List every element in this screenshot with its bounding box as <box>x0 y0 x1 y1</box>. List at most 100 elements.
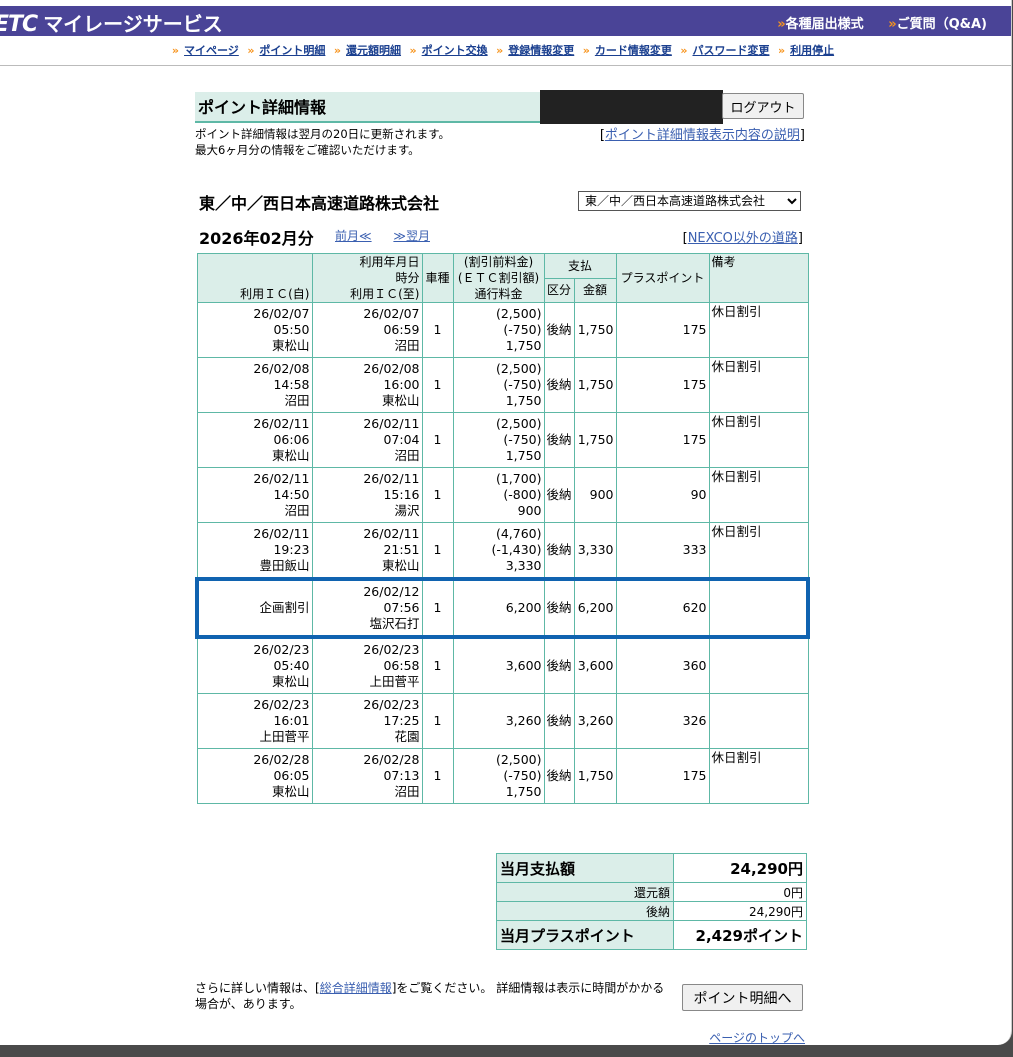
cell-pay-amount: 1,750 <box>573 302 617 358</box>
page-top-wrap: ページのトップへ <box>709 1029 805 1045</box>
cell-to: 26/02/28 07:13 沼田 <box>311 748 423 804</box>
deferred-value: 24,290円 <box>673 901 807 921</box>
cell-fee: (1,700) (-800) 900 <box>452 467 545 523</box>
cell-points: 175 <box>615 748 710 804</box>
next-month-link[interactable]: ≫翌月 <box>393 229 430 243</box>
cell-vehicle: 1 <box>421 467 454 523</box>
cell-points: 333 <box>615 522 710 580</box>
nav-stop-use[interactable]: 利用停止 <box>790 44 834 57</box>
double-chevron-icon: » <box>409 44 417 57</box>
cell-to: 26/02/23 17:25 花園 <box>311 693 423 749</box>
monthly-points-value: 2,429ポイント <box>673 920 807 950</box>
cell-from: 26/02/28 06:05 東松山 <box>196 748 313 804</box>
cell-remarks: 休日割引 <box>708 302 809 358</box>
table-row: 26/02/07 05:50 東松山 26/02/07 06:59 沼田 1 (2,500)(… <box>196 302 809 358</box>
nav-mypage[interactable]: マイページ <box>184 44 239 57</box>
etc-logo: ETCマイレージサービス <box>0 12 223 37</box>
table-row: 26/02/28 06:05 東松山 26/02/28 07:13 沼田 1 (2,500)(… <box>196 748 809 804</box>
cell-pay-type: 後納 <box>543 302 575 358</box>
header-fee: (割引前料金) (ＥＴＣ割引額) 通行料金 <box>452 253 545 303</box>
cell-from: 26/02/23 05:40 東松山 <box>196 636 313 694</box>
cell-to: 26/02/11 15:16 湯沢 <box>311 467 423 523</box>
cell-fee: 6,200 <box>452 577 545 639</box>
table-row: 26/02/11 14:50 沼田 26/02/11 15:16 湯沢 1 (1,700) (-… <box>196 467 809 523</box>
cell-pay-amount: 1,750 <box>573 412 617 468</box>
nav-point-exchange[interactable]: ポイント交換 <box>422 44 488 57</box>
cell-vehicle: 1 <box>421 636 454 694</box>
cell-from: 26/02/08 14:58 沼田 <box>196 357 313 413</box>
cell-vehicle: 1 <box>421 577 454 639</box>
cell-from: 26/02/23 16:01 上田菅平 <box>196 693 313 749</box>
nav-password-change[interactable]: パスワード変更 <box>692 44 769 57</box>
nav-refund-detail[interactable]: 還元額明細 <box>346 44 401 57</box>
more-info-text: さらに詳しい情報は、[総合詳細情報]をご覧ください。 詳細情報は表示に時間がかか… <box>195 981 665 1011</box>
header-vehicle: 車種 <box>421 253 454 303</box>
cell-pay-type: 後納 <box>543 357 575 413</box>
cell-to: 26/02/23 06:58 上田菅平 <box>311 636 423 694</box>
double-chevron-icon: » <box>777 44 786 57</box>
header-links: »各種届出様式 »ご質問（Q&A) <box>757 13 987 32</box>
cell-to: 26/02/11 21:51 東松山 <box>311 522 423 580</box>
nav-registration-change[interactable]: 登録情報変更 <box>508 44 574 57</box>
cell-to: 26/02/08 16:00 東松山 <box>311 357 423 413</box>
cell-remarks <box>708 577 811 639</box>
double-chevron-icon: » <box>247 44 255 57</box>
cell-remarks: 休日割引 <box>708 357 809 413</box>
cell-remarks: 休日割引 <box>708 748 809 804</box>
table-row: 26/02/23 16:01 上田菅平 26/02/23 17:25 花園 1 3,260 後納… <box>196 693 809 749</box>
cell-pay-type: 後納 <box>543 636 575 694</box>
cell-pay-type: 後納 <box>543 748 575 804</box>
cell-points: 360 <box>615 636 710 694</box>
page-title: ポイント詳細情報 <box>195 92 540 123</box>
cell-pay-amount: 1,750 <box>573 748 617 804</box>
cell-points: 326 <box>615 693 710 749</box>
logout-button[interactable]: ログアウト <box>722 93 804 119</box>
header-payment: 支払 <box>543 253 617 279</box>
cell-from: 26/02/11 06:06 東松山 <box>196 412 313 468</box>
nexco-link[interactable]: NEXCO以外の道路 <box>688 231 798 246</box>
double-chevron-icon: » <box>582 44 590 57</box>
update-note: ポイント詳細情報は翌月の20日に更新されます。 最大6ヶ月分の情報をご確認いただ… <box>195 127 450 157</box>
nexco-link-wrap: [NEXCO以外の道路] <box>682 231 803 246</box>
cell-pay-type: 後納 <box>543 693 575 749</box>
help-link[interactable]: ポイント詳細情報表示内容の説明 <box>605 128 800 143</box>
month-nav: 前月≪ ≫翌月 <box>335 227 448 244</box>
cell-vehicle: 1 <box>421 693 454 749</box>
nav-card-change[interactable]: カード情報変更 <box>595 44 672 57</box>
cell-vehicle: 1 <box>421 748 454 804</box>
header-ic-from: 利用ＩＣ(自) <box>196 253 313 303</box>
header-pay-type: 区分 <box>543 277 575 303</box>
company-name: 東／中／西日本高速道路株式会社 <box>199 194 440 213</box>
help-link-wrap: [ポイント詳細情報表示内容の説明] <box>599 128 805 143</box>
general-detail-link[interactable]: 総合詳細情報 <box>320 981 392 995</box>
header-plus-point: プラスポイント <box>615 253 710 303</box>
point-detail-button[interactable]: ポイント明細へ <box>682 984 803 1011</box>
deferred-label: 後納 <box>496 901 674 921</box>
forms-link[interactable]: »各種届出様式 <box>777 17 863 32</box>
nav-divider <box>0 65 1011 66</box>
cell-pay-type: 後納 <box>543 577 575 639</box>
cell-points: 175 <box>615 302 710 358</box>
cell-vehicle: 1 <box>421 302 454 358</box>
cell-vehicle: 1 <box>421 522 454 580</box>
cell-vehicle: 1 <box>421 412 454 468</box>
cell-remarks: 休日割引 <box>708 412 809 468</box>
cell-fee: 3,600 <box>452 636 545 694</box>
cell-remarks <box>708 636 809 694</box>
cell-pay-type: 後納 <box>543 412 575 468</box>
table-row: 26/02/11 19:23 豊田飯山 26/02/11 21:51 東松山 1 (4,760… <box>196 522 809 580</box>
cell-pay-amount: 6,200 <box>573 577 617 639</box>
faq-link[interactable]: »ご質問（Q&A) <box>888 17 987 32</box>
double-chevron-icon: » <box>680 44 688 57</box>
cell-remarks <box>708 693 809 749</box>
cell-pay-amount: 900 <box>573 467 617 523</box>
company-select[interactable]: 東／中／西日本高速道路株式会社 <box>578 191 801 211</box>
cell-fee: (2,500) (-750) 1,750 <box>452 302 545 358</box>
page-top-link[interactable]: ページのトップへ <box>709 1031 805 1045</box>
table-row: 26/02/08 14:58 沼田 26/02/08 16:00 東松山 1 (2,500)(… <box>196 357 809 413</box>
monthly-payment-label: 当月支払額 <box>496 853 674 883</box>
nav-point-detail[interactable]: ポイント明細 <box>259 44 325 57</box>
cell-from: 26/02/11 14:50 沼田 <box>196 467 313 523</box>
prev-month-link[interactable]: 前月≪ <box>335 229 372 243</box>
cell-points: 620 <box>615 577 710 639</box>
